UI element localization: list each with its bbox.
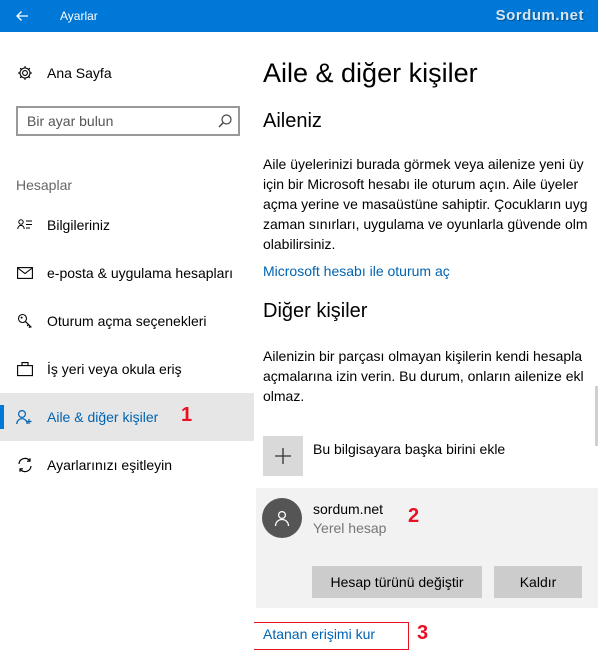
text-line: Aile üyelerinizi burada görmek veya aile… xyxy=(263,156,584,172)
family-heading: Aileniz xyxy=(263,110,322,132)
sidebar-item-label: Aile & diğer kişiler xyxy=(47,409,159,425)
account-name: sordum.net xyxy=(313,501,384,517)
assigned-access-link[interactable]: Atanan erişimi kur xyxy=(263,626,375,642)
window-title: Ayarlar xyxy=(60,9,98,23)
avatar xyxy=(262,498,302,538)
account-card[interactable]: sordum.net Yerel hesap 2 Hesap türünü de… xyxy=(256,488,598,608)
annotation-number-2: 2 xyxy=(408,505,420,527)
other-people-description: Ailenizin bir parçası olmayan kişilerin … xyxy=(263,346,598,406)
text-line: açma yerine ve masaüstüne sahiptir. Çocu… xyxy=(263,196,588,212)
text-line: için bir Microsoft hesabı ile oturum açı… xyxy=(263,176,579,192)
remove-account-button[interactable]: Kaldır xyxy=(494,566,582,598)
sync-icon xyxy=(16,456,34,474)
briefcase-icon xyxy=(16,360,34,378)
sidebar-item-label: e-posta & uygulama hesapları xyxy=(47,265,233,281)
title-bar: Ayarlar Sordum.net xyxy=(0,0,598,32)
mail-icon xyxy=(16,264,34,282)
text-line: olabilirsiniz. xyxy=(263,236,336,252)
search-icon[interactable] xyxy=(216,112,234,130)
other-people-heading: Diğer kişiler xyxy=(263,300,368,322)
add-user-label: Bu bilgisayara başka birini ekle xyxy=(313,441,506,457)
gear-icon xyxy=(16,64,34,82)
sidebar-item-sync[interactable]: Ayarlarınızı eşitleyin xyxy=(0,441,254,489)
add-user-button[interactable]: Bu bilgisayara başka birini ekle xyxy=(263,436,593,476)
back-button[interactable] xyxy=(0,0,44,32)
search-input[interactable] xyxy=(18,108,208,134)
sidebar-item-sign-in-options[interactable]: Oturum açma seçenekleri xyxy=(0,297,254,345)
person-icon xyxy=(274,510,290,527)
section-header: Hesaplar xyxy=(16,177,73,193)
text-line: açmalarına izin verin. Bu durum, onların… xyxy=(263,368,584,384)
text-line: olmaz. xyxy=(263,388,305,404)
sidebar-item-email-accounts[interactable]: e-posta & uygulama hesapları xyxy=(0,249,254,297)
sidebar-item-home[interactable]: Ana Sayfa xyxy=(0,54,254,92)
microsoft-signin-link[interactable]: Microsoft hesabı ile oturum aç xyxy=(263,263,450,279)
back-arrow-icon xyxy=(16,11,28,21)
sidebar-item-label: Oturum açma seçenekleri xyxy=(47,313,207,329)
person-card-icon xyxy=(16,216,34,234)
search-box[interactable] xyxy=(16,106,240,136)
annotation-number-3: 3 xyxy=(417,622,429,644)
page-title: Aile & diğer kişiler xyxy=(263,58,478,88)
assigned-access-highlight: Atanan erişimi kur xyxy=(254,622,409,650)
sidebar-item-work-school[interactable]: İş yeri veya okula eriş xyxy=(0,345,254,393)
sidebar-item-family[interactable]: Aile & diğer kişiler 1 xyxy=(0,393,254,441)
family-description: Aile üyelerinizi burada görmek veya aile… xyxy=(263,154,598,254)
people-icon xyxy=(16,408,34,426)
sidebar-item-label: Ayarlarınızı eşitleyin xyxy=(47,457,173,473)
sidebar-item-label: Bilgileriniz xyxy=(47,217,111,233)
content-pane: Aile & diğer kişiler Aileniz Aile üyeler… xyxy=(254,32,598,666)
sidebar: Ana Sayfa Hesaplar Bilgileriniz e-posta … xyxy=(0,32,254,666)
selection-indicator xyxy=(0,405,4,429)
sidebar-item-label: Ana Sayfa xyxy=(47,65,112,81)
plus-icon xyxy=(263,436,303,476)
sidebar-item-label: İş yeri veya okula eriş xyxy=(47,361,182,377)
change-account-type-button[interactable]: Hesap türünü değiştir xyxy=(312,566,482,598)
sidebar-item-your-info[interactable]: Bilgileriniz xyxy=(0,201,254,249)
watermark-logo: Sordum.net xyxy=(495,7,584,24)
text-line: zaman sınırları, uygulama ve oyunlarla g… xyxy=(263,216,588,232)
key-icon xyxy=(16,312,34,330)
account-type: Yerel hesap xyxy=(313,520,387,536)
annotation-number-1: 1 xyxy=(181,404,193,426)
text-line: Ailenizin bir parçası olmayan kişilerin … xyxy=(263,348,583,364)
